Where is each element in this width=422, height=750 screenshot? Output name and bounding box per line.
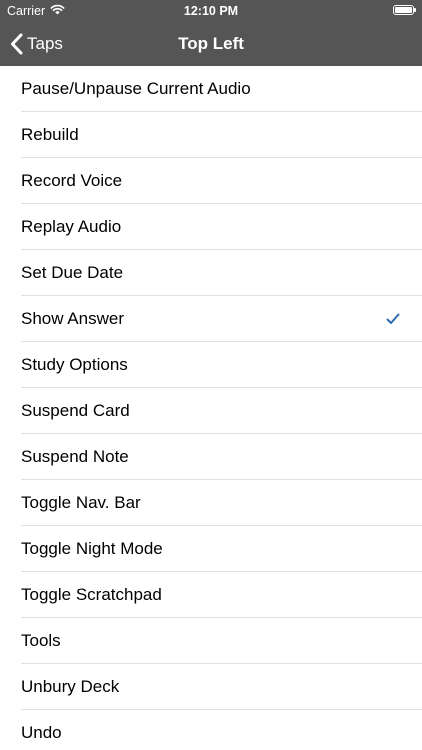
list-item-label: Study Options (21, 355, 128, 374)
battery-nub (414, 8, 416, 12)
list-item-label: Toggle Scratchpad (21, 585, 162, 604)
status-bar: Carrier 12:10 PM (0, 0, 422, 22)
list-item[interactable]: Toggle Scratchpad (0, 572, 422, 618)
battery-icon (393, 5, 416, 15)
list-item[interactable]: Study Options (0, 342, 422, 388)
list-item-label: Suspend Card (21, 401, 130, 420)
list-item[interactable]: Toggle Nav. Bar (0, 480, 422, 526)
navigation-bar: Top Left Taps (0, 22, 422, 66)
battery-level-fill (395, 7, 412, 13)
list-item[interactable]: Tools (0, 618, 422, 664)
list-item-label: Undo (21, 723, 62, 742)
list-item-label: Record Voice (21, 171, 123, 190)
back-button-label: Taps (27, 34, 63, 53)
list-item-label: Toggle Nav. Bar (21, 493, 141, 512)
list-item[interactable]: Suspend Card (0, 388, 422, 434)
status-time: 12:10 PM (183, 4, 239, 18)
list-item-label: Toggle Night Mode (21, 539, 163, 558)
list-item-label: Pause/Unpause Current Audio (21, 79, 251, 98)
list-item[interactable]: Set Due Date (0, 250, 422, 296)
list-item[interactable]: Rebuild (0, 112, 422, 158)
list-item-label: Tools (21, 631, 61, 650)
list-item-label: Suspend Note (21, 447, 129, 466)
back-button[interactable]: Taps (10, 22, 63, 66)
list-item-label: Unbury Deck (21, 677, 120, 696)
list-item[interactable]: Unbury Deck (0, 664, 422, 710)
list-item-label: Rebuild (21, 125, 79, 144)
list-item[interactable]: Record Voice (0, 158, 422, 204)
list-item[interactable]: Toggle Night Mode (0, 526, 422, 572)
chevron-left-icon (10, 33, 23, 55)
list-item-label: Replay Audio (21, 217, 122, 236)
list-item[interactable]: Suspend Note (0, 434, 422, 480)
list-item[interactable]: Pause/Unpause Current Audio (0, 66, 422, 112)
list-item[interactable]: Show Answer (0, 296, 422, 342)
checkmark-icon (386, 312, 400, 330)
list-item[interactable]: Replay Audio (0, 204, 422, 250)
list-item[interactable]: Undo (0, 710, 422, 750)
list-item-label: Show Answer (21, 309, 124, 328)
action-list: Pause/Unpause Current Audio Rebuild Record… (0, 66, 422, 750)
page-title: Top Left (178, 34, 244, 53)
list-item-label: Set Due Date (21, 263, 124, 282)
